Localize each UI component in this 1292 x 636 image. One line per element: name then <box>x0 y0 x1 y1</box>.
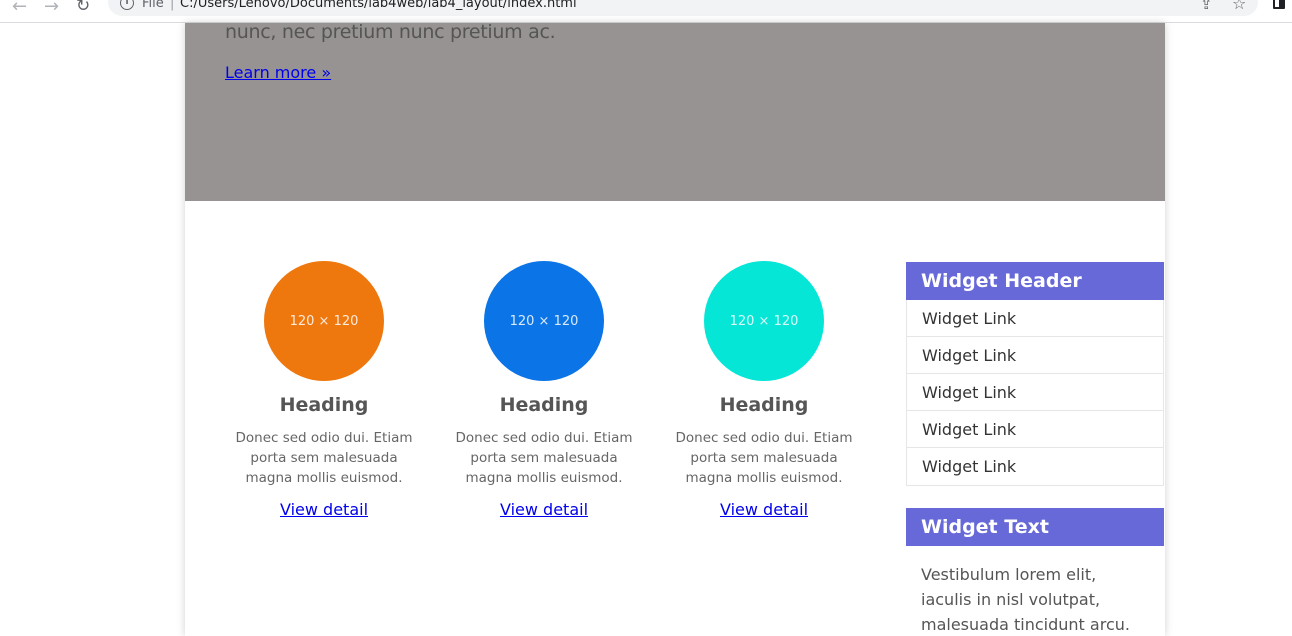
placeholder-image: 120 × 120 <box>484 261 604 381</box>
placeholder-image: 120 × 120 <box>704 261 824 381</box>
widget-link-list: Widget Link Widget Link Widget Link Widg… <box>906 300 1164 486</box>
view-detail-link[interactable]: View detail <box>720 500 808 519</box>
widget-link[interactable]: Widget Link <box>907 337 1163 374</box>
bookmark-star-icon[interactable]: ☆ <box>1232 0 1246 13</box>
hero-banner: nunc, nec pretium nunc pretium ac. Learn… <box>185 21 1165 201</box>
view-detail-link[interactable]: View detail <box>280 500 368 519</box>
page-container: nunc, nec pretium nunc pretium ac. Learn… <box>185 21 1165 636</box>
placeholder-image: 120 × 120 <box>264 261 384 381</box>
learn-more-link[interactable]: Learn more » <box>225 63 331 82</box>
widget-text-body: Vestibulum lorem elit, iaculis in nisl v… <box>921 565 1130 634</box>
browser-toolbar: ← → ↻ i File | C:/Users/Lenovo/Documents… <box>0 0 1292 23</box>
side-panel-icon[interactable] <box>1273 0 1285 9</box>
feature-column: 120 × 120 Heading Donec sed odio dui. Et… <box>224 261 424 519</box>
widget-links: Widget Header Widget Link Widget Link Wi… <box>906 262 1164 486</box>
address-separator: | <box>170 0 175 11</box>
feature-column: 120 × 120 Heading Donec sed odio dui. Et… <box>664 261 864 519</box>
feature-heading: Heading <box>279 394 369 416</box>
url-text[interactable]: C:/Users/Lenovo/Documents/lab4web/lab4_l… <box>180 0 577 11</box>
file-label: File <box>142 0 164 11</box>
view-detail-link[interactable]: View detail <box>500 500 588 519</box>
share-icon[interactable]: ⇪ <box>1200 0 1213 13</box>
widget-link[interactable]: Widget Link <box>907 411 1163 448</box>
widget-text-header: Widget Text <box>906 508 1164 546</box>
hero-text: nunc, nec pretium nunc pretium ac. <box>225 21 556 43</box>
feature-column: 120 × 120 Heading Donec sed odio dui. Et… <box>444 261 644 519</box>
widget-text: Widget Text Vestibulum lorem elit, iacul… <box>906 508 1164 636</box>
feature-text: Donec sed odio dui. Etiam porta sem male… <box>675 430 853 486</box>
feature-text: Donec sed odio dui. Etiam porta sem male… <box>455 430 633 486</box>
widget-link[interactable]: Widget Link <box>907 448 1163 485</box>
forward-arrow-icon[interactable]: → <box>44 0 59 17</box>
feature-text: Donec sed odio dui. Etiam porta sem male… <box>235 430 413 486</box>
widget-link[interactable]: Widget Link <box>907 374 1163 411</box>
back-arrow-icon[interactable]: ← <box>12 0 27 17</box>
reload-icon[interactable]: ↻ <box>76 0 90 16</box>
widget-link[interactable]: Widget Link <box>907 300 1163 337</box>
widget-header: Widget Header <box>906 262 1164 300</box>
feature-heading: Heading <box>499 394 589 416</box>
feature-heading: Heading <box>719 394 809 416</box>
